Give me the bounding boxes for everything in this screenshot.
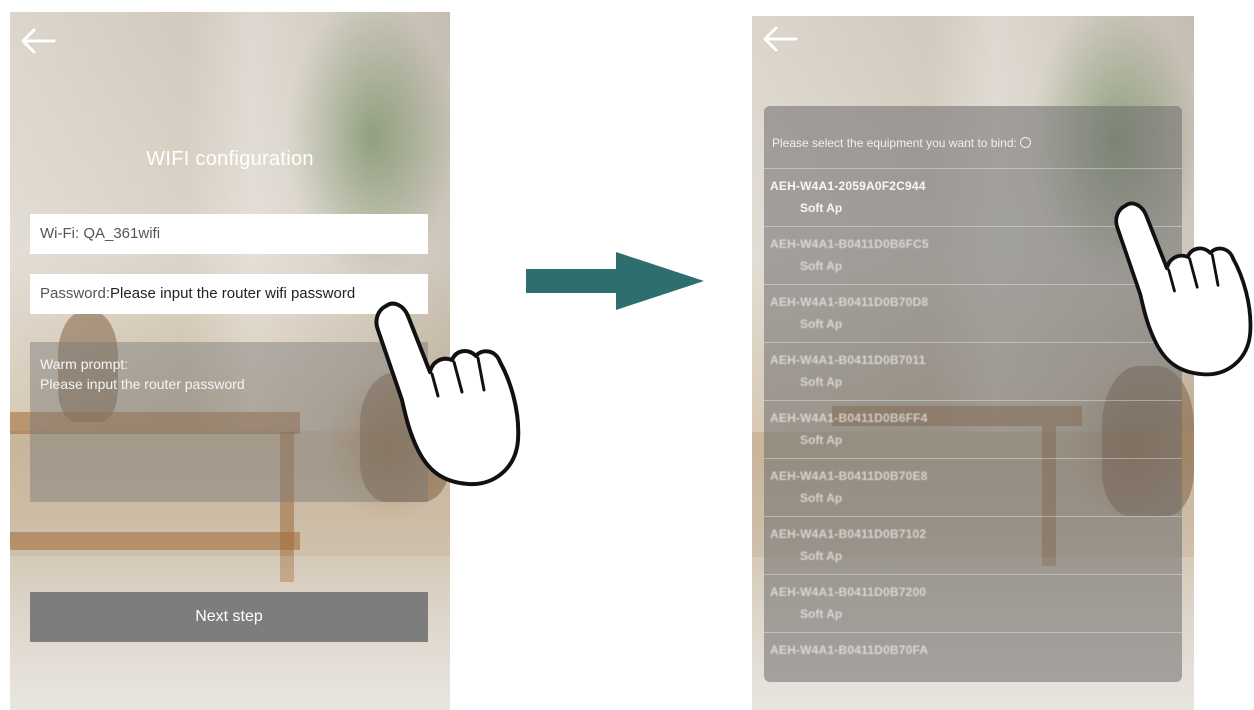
radio-icon [1019, 137, 1031, 148]
pointing-hand-icon [1114, 201, 1253, 377]
device-name: AEH-W4A1-B0411D0B7200 [770, 585, 927, 599]
device-type: Soft Ap [800, 201, 843, 215]
arrow-left-icon[interactable] [760, 24, 800, 54]
device-list-item[interactable]: AEH-W4A1-B0411D0B70FA [764, 632, 1182, 682]
device-type: Soft Ap [800, 317, 843, 331]
pointing-hand-icon [374, 301, 521, 487]
next-step-button[interactable]: Next step [30, 592, 428, 642]
prompt-title: Warm prompt: [40, 356, 129, 372]
password-label: Password: [40, 285, 111, 302]
device-list-header: Please select the equipment you want to … [772, 136, 1031, 150]
password-placeholder: Please input the router wifi password [110, 285, 356, 302]
device-list-item[interactable]: AEH-W4A1-B0411D0B6FF4 Soft Ap [764, 400, 1182, 458]
device-type: Soft Ap [800, 375, 843, 389]
device-type: Soft Ap [800, 549, 843, 563]
device-name: AEH-W4A1-B0411D0B70D8 [770, 295, 929, 309]
arrow-right-icon [526, 252, 704, 310]
device-type: Soft Ap [800, 259, 843, 273]
arrow-left-icon[interactable] [18, 26, 58, 56]
device-name: AEH-W4A1-B0411D0B6FC5 [770, 237, 929, 251]
device-name: AEH-W4A1-B0411D0B7011 [770, 353, 926, 367]
device-list-item[interactable]: AEH-W4A1-B0411D0B7102 Soft Ap [764, 516, 1182, 574]
device-list-item[interactable]: AEH-W4A1-B0411D0B70E8 Soft Ap [764, 458, 1182, 516]
device-name: AEH-W4A1-B0411D0B7102 [770, 527, 927, 541]
device-name: AEH-W4A1-B0411D0B6FF4 [770, 411, 928, 425]
device-name: AEH-W4A1-2059A0F2C944 [770, 179, 926, 193]
device-type: Soft Ap [800, 607, 843, 621]
device-list-item[interactable]: AEH-W4A1-B0411D0B7200 Soft Ap [764, 574, 1182, 632]
warm-prompt-box: Warm prompt: Please input the router pas… [30, 342, 428, 502]
device-type: Soft Ap [800, 433, 843, 447]
page-title: WIFI configuration [146, 148, 314, 170]
wifi-field[interactable]: Wi-Fi: QA_361wifi [30, 214, 428, 254]
device-list-panel: Please select the equipment you want to … [764, 106, 1182, 682]
prompt-text: Please input the router password [40, 376, 245, 392]
device-name: AEH-W4A1-B0411D0B70FA [770, 643, 929, 657]
device-name: AEH-W4A1-B0411D0B70E8 [770, 469, 928, 483]
background-shelf [10, 532, 300, 550]
device-type: Soft Ap [800, 491, 843, 505]
device-list-header-text: Please select the equipment you want to … [772, 136, 1017, 150]
password-field[interactable]: Password:Please input the router wifi pa… [30, 274, 428, 314]
